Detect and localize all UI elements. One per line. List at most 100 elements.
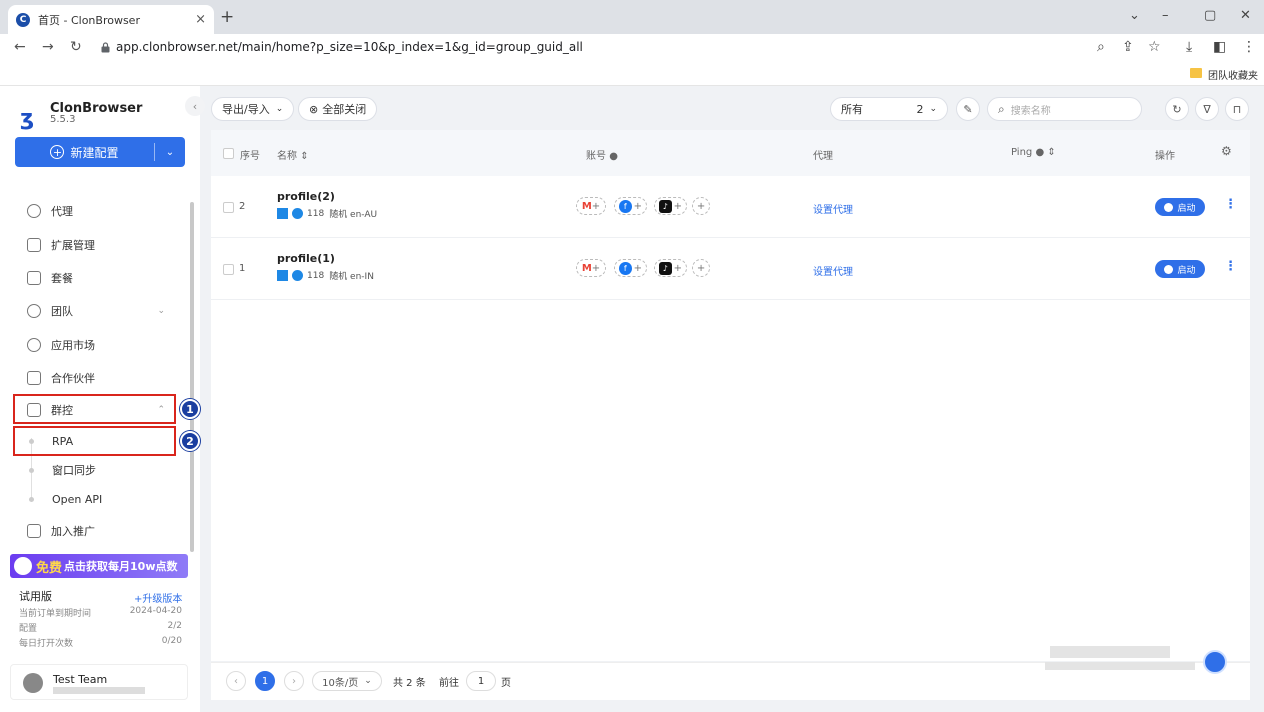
url-text[interactable]: app.clonbrowser.net/main/home?p_size=10&… [116,40,583,54]
page-suffix: 页 [501,678,511,689]
sidebar-item-label: 加入推广 [51,525,95,538]
next-page-icon[interactable]: › [284,671,304,691]
page-number[interactable]: 1 [255,671,275,691]
table-row[interactable]: 1 profile(1) 118 随机 en-IN M + f + ♪ + + 设置代… [211,238,1250,300]
bookmark-icon[interactable]: ⊓ [1225,97,1249,121]
add-gmail-account[interactable]: M + [576,197,606,215]
sidebar-item-extensions[interactable]: 扩展管理 [15,231,185,259]
chevron-down-icon[interactable]: ⌄ [155,147,185,158]
profile-locale: 随机 en-IN [329,272,374,282]
profile-meta: 118 随机 en-IN [277,269,374,282]
referral-icon [27,524,41,538]
chevron-down-icon: ⌄ [364,676,372,686]
upgrade-link[interactable]: +升级版本 [134,590,182,605]
folder-icon [1190,68,1202,78]
facebook-icon: f [619,261,632,275]
customer-service-button[interactable] [1203,650,1227,674]
tab-title: 首页 - ClonBrowser [38,13,140,27]
filter-count: 2 [916,102,924,116]
bookmark-folder-team[interactable]: 团队收藏夹 [1208,67,1258,82]
row-checkbox[interactable] [223,264,234,275]
close-circle-icon: ⊗ [309,102,319,116]
restore-icon[interactable]: ▢ [1204,8,1216,23]
profile-name[interactable]: profile(1) [277,252,335,265]
sidebar-subitem-window-sync[interactable]: 窗口同步 [15,456,185,484]
col-name[interactable]: 名称 ⇕ [277,147,309,162]
column-settings-icon[interactable]: ⚙ [1221,144,1232,158]
sidebar-item-plan[interactable]: 套餐 [15,264,185,292]
filter-icon[interactable]: ∇ [1195,97,1219,121]
more-actions-icon[interactable]: ⋮ [1224,259,1237,274]
prev-page-icon[interactable]: ‹ [226,671,246,691]
export-import-label: 导出/导入 [222,103,270,116]
add-tiktok-account[interactable]: ♪ + [654,197,687,215]
close-window-icon[interactable]: ✕ [1240,8,1251,23]
reload-icon[interactable]: ↻ [70,39,82,55]
highlight-box-group-control [13,394,176,424]
collapse-sidebar-button[interactable]: ‹ [185,96,205,116]
col-action: 操作 [1155,151,1175,162]
minimize-icon[interactable]: – [1162,8,1169,23]
refresh-icon[interactable]: ↻ [1165,97,1189,121]
promo-banner[interactable]: 免费 点击获取每月10w点数 [10,554,188,578]
new-tab-button[interactable]: + [220,7,234,27]
tab-close-icon[interactable]: × [195,12,206,27]
col-index: 序号 [240,151,260,162]
set-proxy-link[interactable]: 设置代理 [813,263,853,278]
set-proxy-link[interactable]: 设置代理 [813,201,853,216]
goto-page-input[interactable]: 1 [466,671,496,691]
sidebar-item-label: 合作伙伴 [51,372,95,385]
back-icon[interactable]: ← [14,39,26,55]
sidebar-item-proxy[interactable]: 代理 [15,197,185,225]
side-panel-icon[interactable]: ◧ [1213,39,1226,55]
plan-info-row: 当前订单到期时间 2024-04-20 [19,606,182,619]
page-size-select[interactable]: 10条/页 ⌄ [312,671,382,691]
row-index: 2 [239,201,246,212]
redacted-block [1050,646,1170,658]
edit-pencil-icon[interactable]: ✎ [956,97,980,121]
filter-select[interactable]: 所有 2 ⌄ [830,97,948,121]
search-input[interactable]: ⌕ 搜索名称 [987,97,1142,121]
sidebar-item-referral[interactable]: 加入推广 [15,517,185,545]
profile-table: 序号 名称 ⇕ 账号 ● 代理 Ping ● ⇕ 操作 ⚙ 2 profile(… [211,130,1250,328]
add-facebook-account[interactable]: f + [614,197,647,215]
add-gmail-account[interactable]: M + [576,259,606,277]
sidebar-subitem-open-api[interactable]: Open API [15,485,185,513]
new-config-label: 新建配置 [70,145,119,160]
bookmark-star-icon[interactable]: ☆ [1148,39,1161,55]
add-account-button[interactable]: + [692,197,710,215]
browser-menu-icon[interactable]: ⋮ [1242,39,1256,55]
browser-tab[interactable]: C 首页 - ClonBrowser × [8,5,214,34]
add-facebook-account[interactable]: f + [614,259,647,277]
export-import-button[interactable]: 导出/导入 ⌄ [211,97,295,121]
goto-label: 前往 [439,678,459,689]
new-config-button[interactable]: + 新建配置 ⌄ [15,137,185,167]
share-icon[interactable]: ⇪ [1122,39,1134,55]
add-tiktok-account[interactable]: ♪ + [654,259,687,277]
col-ping[interactable]: Ping ● ⇕ [1011,147,1056,158]
select-all-checkbox[interactable] [223,148,234,159]
robot-face-icon [14,557,32,575]
callout-badge: 2 [180,431,200,451]
forward-icon[interactable]: → [42,39,54,55]
launch-button[interactable]: 启动 [1155,260,1205,278]
launch-button[interactable]: 启动 [1155,198,1205,216]
table-row[interactable]: 2 profile(2) 118 随机 en-AU M + f + ♪ + + 设置代… [211,176,1250,238]
zoom-icon[interactable]: ⌕ [1097,39,1105,55]
add-account-button[interactable]: + [692,259,710,277]
row-checkbox[interactable] [223,202,234,213]
windows-icon [277,208,288,219]
download-icon[interactable]: ⤓ [1186,39,1192,55]
profile-name[interactable]: profile(2) [277,190,335,203]
close-all-button[interactable]: ⊗ 全部关闭 [298,97,378,121]
sidebar-item-team[interactable]: 团队 ⌄ [15,297,185,325]
more-actions-icon[interactable]: ⋮ [1224,197,1237,212]
sidebar-item-partners[interactable]: 合作伙伴 [15,364,185,392]
help-icon[interactable]: ● [609,151,618,162]
tab-search-chevron-icon[interactable]: ⌄ [1129,8,1140,23]
sidebar-scrollbar[interactable] [190,202,194,552]
sidebar-item-app-market[interactable]: 应用市场 [15,331,185,359]
team-switcher[interactable]: Test Team [10,664,188,700]
redacted-block [1045,662,1195,670]
chevron-down-icon: ⌄ [157,306,165,316]
